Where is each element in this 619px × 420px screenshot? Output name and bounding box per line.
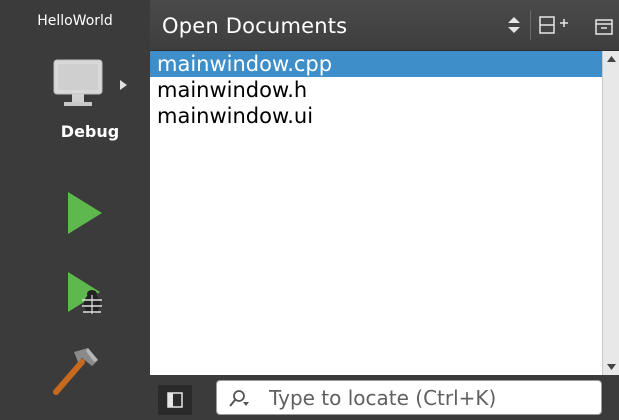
document-item[interactable]: mainwindow.h bbox=[150, 77, 602, 103]
open-documents-list[interactable]: mainwindow.cpp mainwindow.h mainwindow.u… bbox=[150, 51, 602, 375]
document-item[interactable]: mainwindow.ui bbox=[150, 103, 602, 129]
debug-bug-icon bbox=[68, 272, 102, 314]
close-panel-icon[interactable] bbox=[594, 17, 614, 37]
open-documents-header: Open Documents bbox=[150, 0, 619, 51]
kit-selector-button[interactable]: Debug bbox=[40, 52, 136, 152]
play-icon bbox=[68, 192, 102, 234]
sidebar-toggle-icon bbox=[167, 392, 183, 408]
monitor-icon bbox=[53, 59, 103, 106]
hammer-icon bbox=[53, 348, 98, 395]
mode-sidebar: HelloWorld Debug bbox=[0, 0, 150, 420]
locator-bar bbox=[150, 375, 619, 420]
panel-title: Open Documents bbox=[162, 14, 348, 38]
scroll-down-arrow-icon[interactable] bbox=[603, 357, 619, 375]
project-name: HelloWorld bbox=[37, 13, 113, 29]
run-button[interactable] bbox=[64, 190, 106, 236]
kit-label: Debug bbox=[60, 122, 120, 141]
toggle-sidebar-button[interactable] bbox=[158, 385, 192, 415]
document-item[interactable]: mainwindow.cpp bbox=[150, 51, 602, 77]
search-icon bbox=[229, 390, 249, 407]
header-separator bbox=[530, 10, 531, 40]
start-debugging-button[interactable] bbox=[64, 270, 108, 318]
chevron-right-icon bbox=[120, 80, 127, 90]
split-add-icon[interactable] bbox=[538, 14, 570, 36]
locator-field[interactable] bbox=[216, 380, 602, 415]
vertical-scrollbar[interactable] bbox=[602, 51, 619, 375]
build-button[interactable] bbox=[46, 344, 106, 396]
locator-input[interactable] bbox=[269, 384, 589, 411]
scroll-up-arrow-icon[interactable] bbox=[603, 51, 619, 69]
sort-updown-icon[interactable] bbox=[506, 14, 522, 36]
